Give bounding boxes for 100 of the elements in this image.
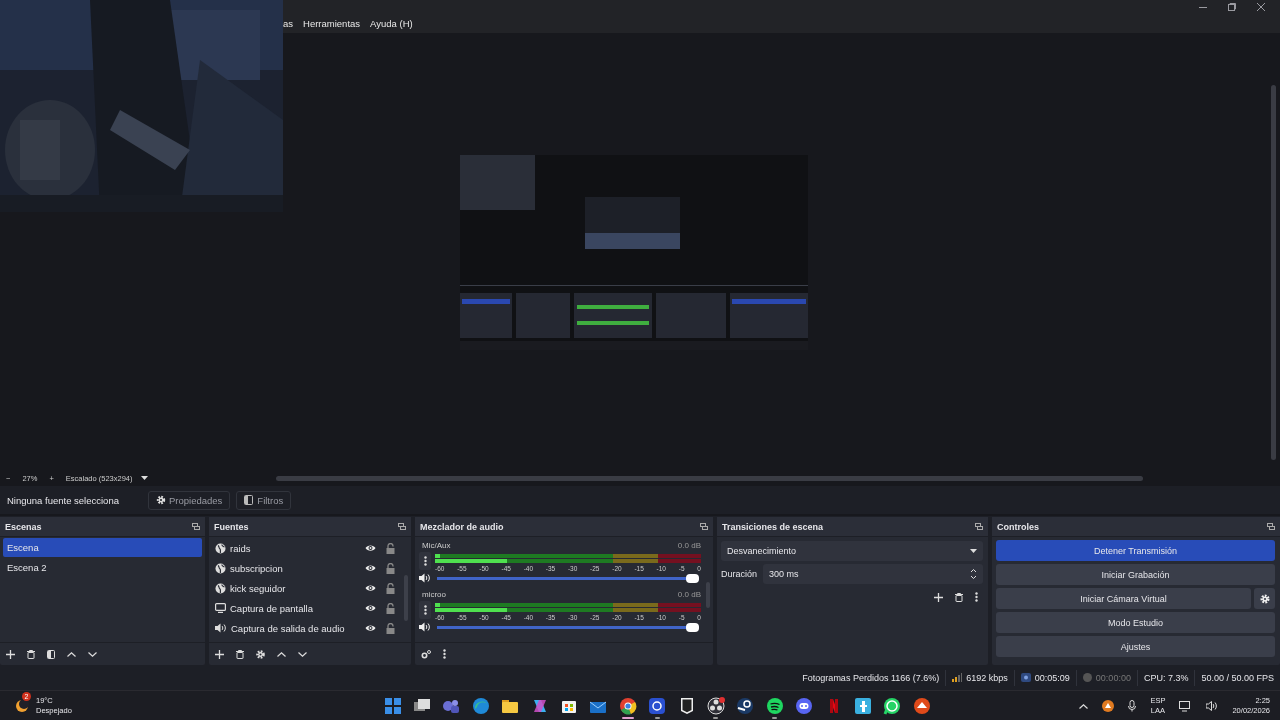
unlocked-icon[interactable] [386, 622, 395, 634]
scrollbar[interactable] [1271, 85, 1276, 460]
filter-icon[interactable] [47, 649, 55, 659]
menu-item[interactable]: as [283, 18, 294, 29]
chevron-up-icon[interactable] [1079, 703, 1089, 709]
source-name[interactable]: Captura de salida de audio [231, 622, 361, 634]
gear-icon[interactable] [256, 649, 265, 659]
more-options-icon[interactable] [423, 556, 427, 566]
context-label: Ninguna fuente selecciona [7, 494, 119, 506]
unlocked-icon[interactable] [386, 602, 395, 614]
advanced-audio-icon[interactable] [421, 649, 431, 659]
control-button[interactable]: Ajustes [996, 636, 1275, 657]
channel-menu-button[interactable] [419, 601, 431, 619]
source-name[interactable]: Captura de pantalla [230, 602, 361, 614]
more-options-icon[interactable] [423, 605, 427, 615]
folder-icon[interactable] [501, 697, 520, 715]
trash-icon[interactable] [236, 649, 244, 659]
source-name[interactable]: subscripcion [230, 562, 361, 574]
add-icon[interactable] [6, 649, 15, 659]
trash-icon[interactable] [955, 592, 963, 602]
duration-label: Duración [721, 569, 758, 579]
eye-icon[interactable] [365, 564, 376, 572]
unlocked-icon[interactable] [386, 542, 395, 554]
globe-icon [215, 562, 226, 574]
app-icon[interactable] [648, 697, 667, 715]
volume-reading: 0.0 dB [677, 541, 701, 552]
app-icon[interactable] [736, 697, 755, 715]
menu-item[interactable]: Herramientas [303, 18, 361, 29]
close-icon[interactable] [1257, 3, 1265, 11]
microphone-icon[interactable] [1128, 700, 1137, 712]
more-options-icon[interactable] [443, 649, 446, 659]
control-button[interactable]: Iniciar Cámara Virtual [996, 588, 1251, 609]
music-icon[interactable] [765, 697, 784, 715]
settings-button[interactable] [1254, 588, 1275, 609]
filters-button[interactable]: Filtros [236, 490, 292, 510]
channel-name: Mic/Aux [422, 541, 451, 552]
dock-title: Controles [997, 521, 1039, 532]
eye-icon[interactable] [365, 584, 376, 592]
speaker-icon[interactable] [419, 622, 431, 632]
add-icon[interactable] [934, 592, 943, 602]
undock-icon[interactable] [398, 523, 406, 530]
source-name[interactable]: raids [230, 542, 361, 554]
undock-icon[interactable] [700, 523, 708, 530]
dock-title: Fuentes [214, 521, 249, 532]
control-button[interactable]: Detener Transmisión [996, 540, 1275, 561]
app-icon[interactable] [853, 697, 872, 715]
channel-menu-button[interactable] [419, 552, 431, 570]
app-icon[interactable] [442, 697, 461, 715]
control-button[interactable]: Modo Estudio [996, 612, 1275, 633]
scene-item[interactable]: Escena [3, 538, 202, 557]
monitor-icon [215, 603, 226, 613]
bitrate: 6192 kbps [966, 672, 1008, 683]
scene-item[interactable]: Escena 2 [3, 558, 202, 577]
volume-slider[interactable] [437, 576, 699, 580]
start-icon[interactable] [383, 697, 402, 715]
control-button[interactable]: Iniciar Grabación [996, 564, 1275, 585]
duration-field[interactable]: 300 ms [763, 564, 983, 584]
record-time: 00:00:00 [1095, 672, 1131, 683]
browser-icon[interactable] [618, 697, 637, 715]
record-icon [1082, 673, 1092, 682]
gear-icon [1259, 593, 1270, 604]
source-name[interactable]: kick seguidor [230, 582, 361, 594]
eye-icon[interactable] [365, 624, 376, 632]
app-icon[interactable] [912, 697, 931, 715]
eye-icon[interactable] [365, 604, 376, 612]
trash-icon[interactable] [27, 649, 35, 659]
dropdown-caret-icon[interactable] [140, 476, 148, 480]
app-icon[interactable] [707, 697, 725, 715]
unlocked-icon[interactable] [386, 582, 395, 594]
scrollbar[interactable] [275, 475, 1143, 481]
channel-name: microo [422, 590, 446, 601]
transition-dropdown[interactable]: Desvanecimiento [721, 541, 983, 561]
chat-icon[interactable] [795, 697, 814, 715]
globe-icon [215, 582, 226, 594]
speaker-icon[interactable] [419, 573, 431, 583]
properties-button[interactable]: Propiedades [147, 490, 231, 510]
dock-title: Transiciones de escena [722, 521, 824, 532]
gear-icon [155, 495, 166, 505]
dock-title: Escenas [5, 521, 42, 532]
undock-icon[interactable] [1267, 523, 1275, 530]
chat-icon[interactable] [883, 697, 902, 715]
app-icon[interactable] [1102, 700, 1115, 712]
stream-icon [1020, 673, 1031, 682]
more-options-icon[interactable] [975, 592, 978, 602]
dock-title: Mezclador de audio [420, 521, 504, 532]
volume-slider[interactable] [437, 625, 699, 629]
browser-icon[interactable] [471, 697, 490, 715]
network-icon[interactable] [1179, 700, 1193, 712]
cpu-usage: CPU: 7.3% [1143, 672, 1189, 683]
restore-icon[interactable] [1228, 3, 1236, 11]
undock-icon[interactable] [192, 523, 200, 530]
unlocked-icon[interactable] [386, 562, 395, 574]
dropdown-caret-icon [970, 549, 977, 553]
eye-icon[interactable] [365, 544, 376, 552]
speaker-icon[interactable] [1206, 701, 1219, 711]
add-icon[interactable] [215, 649, 224, 659]
undock-icon[interactable] [975, 523, 983, 530]
menu-item[interactable]: Ayuda (H) [370, 18, 413, 29]
volume-reading: 0.0 dB [677, 590, 701, 601]
speaker-icon [215, 623, 227, 633]
